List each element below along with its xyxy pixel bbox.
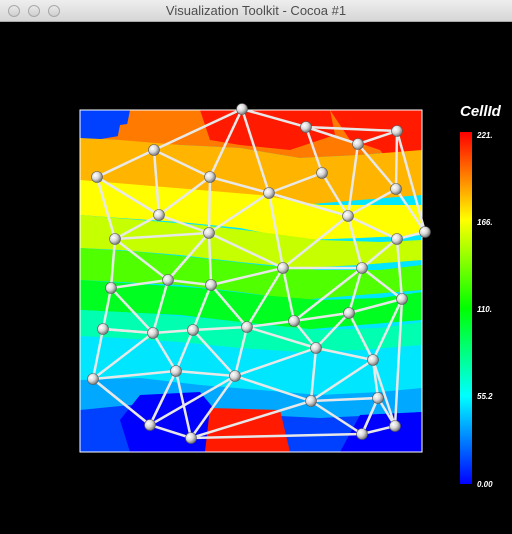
- window-title: Visualization Toolkit - Cocoa #1: [165, 3, 347, 18]
- scalar-bar-gradient: [460, 132, 472, 484]
- scalar-label-1q: 55.2: [477, 392, 493, 401]
- scalar-label-3q: 166.: [477, 218, 493, 227]
- app-window: Visualization Toolkit - Cocoa #1 CellId …: [0, 0, 512, 534]
- scalar-label-min: 0.00: [477, 480, 493, 489]
- title-bar[interactable]: Visualization Toolkit - Cocoa #1: [0, 0, 512, 22]
- scalar-label-mid: 110.: [477, 305, 492, 314]
- scalar-label-max: 221.: [476, 131, 493, 140]
- scalar-bar: CellId 221. 166. 110. 55.2 0.00: [460, 103, 502, 489]
- scalar-bar-title: CellId: [460, 103, 502, 120]
- vtk-render-view[interactable]: CellId 221. 166. 110. 55.2 0.00: [0, 22, 512, 534]
- render-canvas: CellId 221. 166. 110. 55.2 0.00: [79, 103, 502, 489]
